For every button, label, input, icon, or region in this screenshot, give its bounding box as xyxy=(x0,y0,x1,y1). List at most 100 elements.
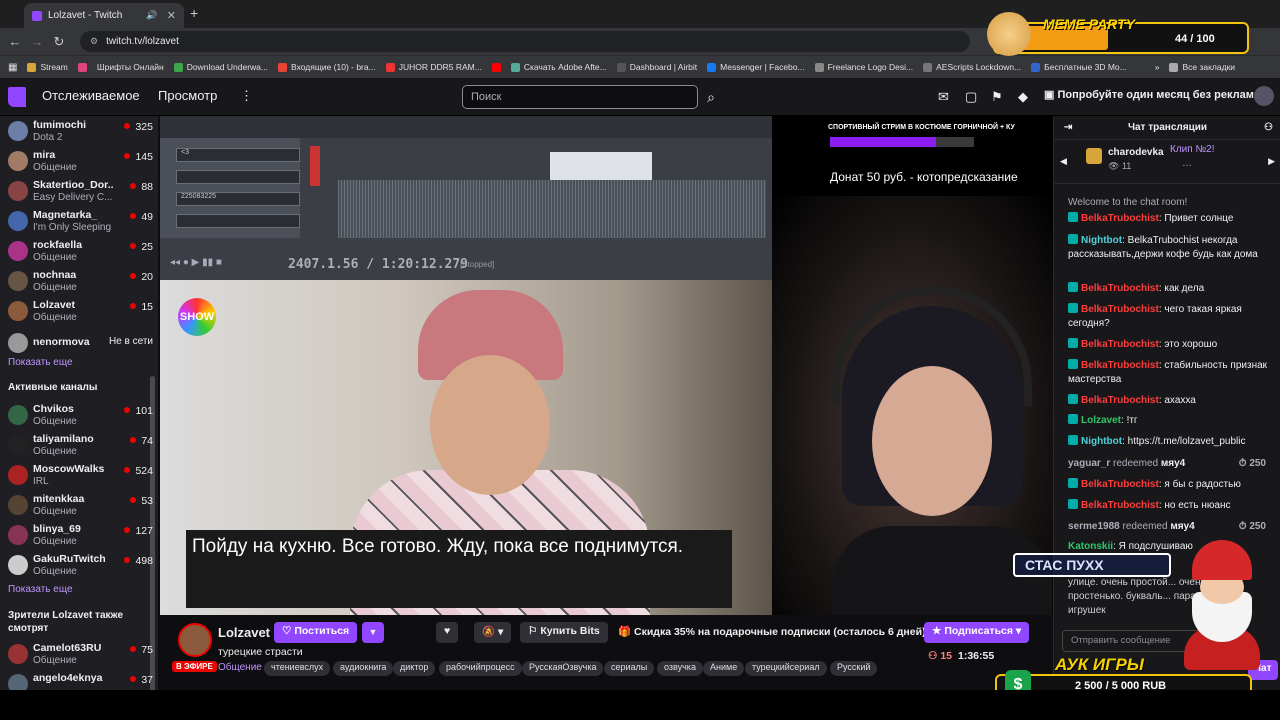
bookmark[interactable]: Dashboard | Airbit xyxy=(616,62,697,72)
sidebar-channel[interactable]: fumimochi Dota 2 325 xyxy=(8,118,153,148)
twitch-logo-icon[interactable] xyxy=(8,87,26,107)
buy-bits-button[interactable]: ⚐ Купить Bits xyxy=(520,622,608,643)
new-tab-button[interactable]: + xyxy=(190,5,198,21)
bookmark[interactable]: Входящие (10) - bra... xyxy=(278,62,376,72)
chevron-left-icon[interactable]: ◀ xyxy=(1060,156,1067,167)
chat-username[interactable]: Nightbot xyxy=(1081,235,1122,246)
gift-notify-button[interactable]: 🔕 ▾ xyxy=(474,622,512,643)
chat-username[interactable]: BelkaTrubochist xyxy=(1081,304,1159,315)
sidebar-channel[interactable]: nochnaa Общение 20 xyxy=(8,268,153,298)
browser-tab[interactable]: Lolzavet - Twitch 🔊 ✕ xyxy=(24,3,184,28)
chat-username[interactable]: BelkaTrubochist xyxy=(1081,395,1159,406)
person-icon: ⚇ xyxy=(928,650,941,662)
subscribe-button[interactable]: ★ Подписаться ▾ xyxy=(924,622,1030,643)
show-more-link[interactable]: Показать еще xyxy=(8,357,73,368)
bits-icon[interactable]: ◆ xyxy=(1018,89,1028,105)
stream-tag[interactable]: чтениевслух xyxy=(264,661,331,676)
heart-button[interactable]: ♥ xyxy=(436,622,459,643)
bookmark[interactable] xyxy=(491,62,501,72)
activity-icon[interactable]: ⚑ xyxy=(991,89,1003,105)
sidebar-channel[interactable]: MoscowWalks IRL 524 xyxy=(8,462,153,492)
stream-tag[interactable]: озвучка xyxy=(657,661,703,676)
bookmark[interactable]: Шрифты Онлайн xyxy=(97,62,164,72)
sidebar-channel[interactable]: rockfaella Общение 25 xyxy=(8,238,153,268)
chat-username[interactable]: BelkaTrubochist xyxy=(1081,479,1159,490)
bookmark[interactable]: Messenger | Facebo... xyxy=(707,62,805,72)
chat-username[interactable]: BelkaTrubochist xyxy=(1081,500,1159,511)
bookmark[interactable]: Скачать Adobe Afte... xyxy=(510,62,607,72)
whispers-icon[interactable]: ▢ xyxy=(965,89,977,105)
bookmark[interactable]: Stream xyxy=(27,62,68,72)
stream-category[interactable]: Общение xyxy=(218,662,262,673)
chat-username[interactable]: BelkaTrubochist xyxy=(1081,213,1159,224)
avatar xyxy=(8,495,28,515)
stream-tag[interactable]: Русский xyxy=(830,661,878,676)
stream-tag[interactable]: рабочийпроцесс xyxy=(439,661,522,676)
user-avatar[interactable] xyxy=(1254,86,1274,106)
chat-username[interactable]: Nightbot xyxy=(1081,436,1122,447)
stream-tag[interactable]: аудиокнига xyxy=(333,661,394,676)
stream-tag[interactable]: Аниме xyxy=(703,661,745,676)
sidebar-channel[interactable]: GakuRuTwitch Общение 498 xyxy=(8,552,153,582)
reload-icon[interactable]: ↻ xyxy=(48,34,70,50)
channel-category: Общение xyxy=(33,655,77,666)
sidebar-channel[interactable]: Magnetarka_ I'm Only Sleeping 49 xyxy=(8,208,153,238)
search-input[interactable]: Поиск xyxy=(462,85,698,109)
inbox-icon[interactable]: ✉ xyxy=(938,89,949,105)
star-icon: ★ xyxy=(932,625,945,637)
sidebar-channel[interactable]: angelo4eknya 37 xyxy=(8,671,153,690)
chat-username[interactable]: Lolzavet xyxy=(1081,415,1121,426)
stream-tag[interactable]: РусскаяОзвучка xyxy=(522,661,604,676)
bookmark[interactable]: Бесплатные 3D Mo... xyxy=(1031,62,1127,72)
sidebar-channel[interactable]: Chvikos Общение 101 xyxy=(8,402,153,432)
bookmark[interactable] xyxy=(77,62,87,72)
collapse-chat-icon[interactable]: ⇥ xyxy=(1064,116,1072,140)
nav-following[interactable]: Отслеживаемое xyxy=(42,88,140,103)
ad-free-promo[interactable]: ▣ Попробуйте один месяц без рекламы xyxy=(1044,88,1263,101)
site-info-icon[interactable]: ⚙ xyxy=(90,36,98,47)
chat-username[interactable]: Katonskii xyxy=(1068,541,1113,552)
bookmark[interactable]: Freelance Logo Desi... xyxy=(814,62,913,72)
stream-tag[interactable]: турецкийсериал xyxy=(745,661,827,676)
redeem-user[interactable]: yaguar_r xyxy=(1068,458,1110,469)
video-player[interactable]: <3 225083225 ◂◂ ● ▶ ▮▮ ■ 2407.1.56 / 1:2… xyxy=(160,116,1053,615)
sidebar-channel-offline[interactable]: nenormova Не в сети xyxy=(8,330,153,360)
close-tab-icon[interactable]: ✕ xyxy=(167,9,176,22)
sidebar-channel[interactable]: mitenkkaa Общение 53 xyxy=(8,492,153,522)
bookmark[interactable]: Download Underwa... xyxy=(173,62,268,72)
chevron-right-icon[interactable]: ▶ xyxy=(1268,156,1275,167)
sidebar-channel[interactable]: taliyamilano Общение 74 xyxy=(8,432,153,462)
more-menu-icon[interactable]: ⋮ xyxy=(240,88,253,104)
chat-username[interactable]: BelkaTrubochist xyxy=(1081,283,1159,294)
community-icon[interactable]: ⚇ xyxy=(1264,116,1273,140)
search-icon[interactable]: ⌕ xyxy=(700,85,722,109)
chat-username[interactable]: BelkaTrubochist xyxy=(1081,339,1159,350)
streamer-avatar[interactable] xyxy=(178,623,212,657)
bookmark[interactable]: AEScripts Lockdown... xyxy=(923,62,1021,72)
clip-link[interactable]: Клип №2! xyxy=(1170,144,1215,155)
sidebar-channel[interactable]: Skatertioo_Dor... Easy Delivery C... 88 xyxy=(8,178,153,208)
pinned-user[interactable]: charodevka xyxy=(1108,147,1164,158)
show-more-link-2[interactable]: Показать еще xyxy=(8,584,73,595)
forward-icon[interactable]: → xyxy=(26,34,48,49)
streamer-name[interactable]: Lolzavet xyxy=(218,625,270,640)
back-icon[interactable]: ← xyxy=(4,34,26,49)
sidebar-channel[interactable]: blinya_69 Общение 127 xyxy=(8,522,153,552)
stream-tag[interactable]: диктор xyxy=(393,661,436,676)
all-bookmarks[interactable]: Все закладки xyxy=(1169,62,1235,72)
follow-button[interactable]: ♡ Поститься xyxy=(274,622,358,643)
redeem-user[interactable]: serme1988 xyxy=(1068,521,1120,532)
nav-browse[interactable]: Просмотр xyxy=(158,88,217,103)
chat-username[interactable]: BelkaTrubochist xyxy=(1081,360,1159,371)
sidebar-channel[interactable]: Camelot63RU Общение 75 xyxy=(8,641,153,671)
more-bookmarks-icon[interactable]: » xyxy=(1155,62,1160,72)
sidebar-channel[interactable]: Lolzavet Общение 15 xyxy=(8,298,153,328)
sidebar-channel[interactable]: mira Общение 145 xyxy=(8,148,153,178)
speaker-icon[interactable]: 🔊 xyxy=(146,10,157,21)
apps-icon[interactable]: ▦ xyxy=(8,62,17,73)
gift-sub-discount[interactable]: 🎁 Скидка 35% на подарочные подписки (ост… xyxy=(610,622,942,643)
bookmark[interactable]: JUHOR DDR5 RAM... xyxy=(385,62,482,72)
stream-tag[interactable]: сериалы xyxy=(604,661,655,676)
chevron-down-icon[interactable]: ▼ xyxy=(362,622,384,643)
url-field[interactable]: ⚙ twitch.tv/lolzavet xyxy=(80,31,970,52)
